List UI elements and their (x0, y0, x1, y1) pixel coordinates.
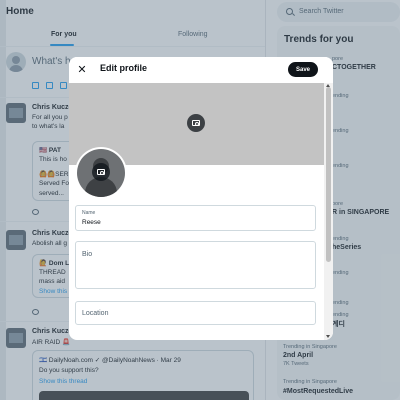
close-icon: ✕ (77, 63, 87, 76)
location-field[interactable]: Location (75, 301, 316, 325)
name-field-label: Name (82, 210, 96, 216)
modal-header: ✕ Edit profile Save (69, 57, 333, 83)
scrollbar-thumb[interactable] (326, 87, 331, 262)
close-button[interactable]: ✕ (73, 61, 91, 79)
avatar[interactable] (77, 149, 125, 197)
name-field[interactable]: Name Reese (75, 205, 316, 231)
scroll-down-icon[interactable] (326, 335, 330, 338)
edit-profile-modal: ✕ Edit profile Save Name Reese Bio Locat… (69, 57, 333, 340)
camera-icon (97, 169, 105, 175)
camera-icon (192, 120, 200, 126)
location-field-placeholder: Location (82, 310, 109, 317)
add-photo-icon[interactable] (187, 114, 205, 132)
bio-field[interactable]: Bio (75, 241, 316, 289)
avatar-frame (75, 147, 127, 199)
bio-field-placeholder: Bio (82, 251, 93, 258)
save-button[interactable]: Save (288, 62, 318, 77)
name-field-value[interactable]: Reese (82, 219, 101, 226)
add-photo-icon[interactable] (92, 163, 110, 181)
modal-title: Edit profile (100, 63, 147, 73)
